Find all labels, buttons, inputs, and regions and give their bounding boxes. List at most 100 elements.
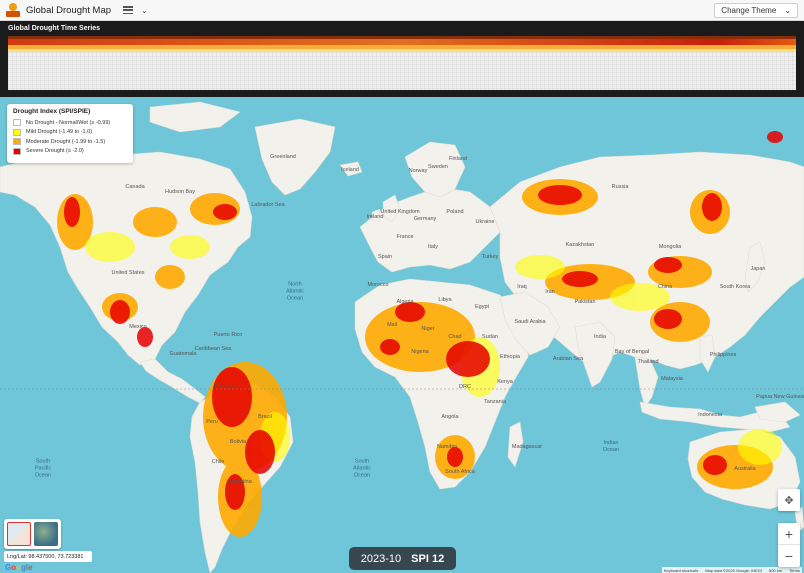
zoom-out-button[interactable]: −: [778, 545, 800, 567]
menu-chevron-down-icon[interactable]: ⌄: [141, 6, 148, 15]
place-label: Morocco: [367, 282, 389, 288]
place-label: Finland: [448, 156, 468, 162]
place-label: Russia: [611, 184, 629, 190]
place-label: Malaysia: [661, 376, 683, 382]
time-series-title: Global Drought Time Series: [8, 25, 101, 32]
place-label: Germany: [413, 216, 437, 222]
place-label: Mexico: [129, 324, 147, 330]
current-date: 2023-10: [360, 552, 402, 565]
place-label: Namibia: [436, 444, 458, 450]
place-label: Ukraine: [475, 219, 495, 225]
legend-label: Moderate Drought (-1.99 to -1.5): [26, 138, 106, 145]
pan-control-button[interactable]: ✥: [778, 489, 800, 511]
place-label: Nigeria: [411, 349, 429, 355]
place-label: France: [396, 234, 414, 240]
place-label: Ireland: [366, 214, 384, 220]
place-label: Saudi Arabia: [514, 319, 546, 325]
place-label: Pakistan: [574, 299, 596, 305]
date-index-badge[interactable]: 2023-10 SPI 12: [349, 547, 456, 570]
top-bar: Global Drought Map ⌄ Change Theme ⌄: [0, 0, 804, 21]
place-label: Canada: [125, 184, 145, 190]
legend-label: Mild Drought (-1.49 to -1.0): [26, 129, 93, 136]
legend-swatch: [13, 128, 21, 136]
time-series-panel[interactable]: Global Drought Time Series 1980: [0, 21, 804, 111]
place-label: Bolivia: [229, 439, 247, 445]
satellite-basemap-thumbnail[interactable]: [34, 522, 58, 546]
place-label: Libya: [438, 297, 452, 303]
map-data-attribution: Map data ©2025 Google, INEGI: [705, 567, 762, 573]
place-label: Madagascar: [511, 444, 543, 450]
place-label: Chad: [448, 334, 462, 340]
place-label: Puerto Rico: [213, 332, 243, 338]
place-label: Greenland: [270, 154, 296, 160]
place-label: Argentina: [228, 479, 252, 485]
place-label: Niger: [421, 326, 435, 332]
app-title: Global Drought Map: [26, 4, 112, 16]
change-theme-label: Change Theme: [721, 6, 777, 15]
place-label: Algeria: [396, 299, 414, 305]
legend-item-moderate: Moderate Drought (-1.99 to -1.5): [13, 137, 127, 147]
place-label: Turkey: [481, 254, 499, 260]
place-label: Mongolia: [658, 244, 682, 250]
legend-item-no-drought: No Drought - Normal/Wet (≥ -0.99): [13, 118, 127, 128]
drought-map[interactable]: North Atlantic Ocean South Pacific Ocean…: [0, 97, 804, 573]
place-label: China: [657, 284, 673, 290]
zoom-in-button[interactable]: +: [778, 523, 800, 545]
place-label: Brazil: [258, 414, 272, 420]
place-label: Spain: [377, 254, 393, 260]
keyboard-shortcuts-link[interactable]: Keyboard shortcuts: [664, 568, 698, 573]
map-canvas[interactable]: [0, 97, 804, 573]
place-label: Italy: [427, 244, 439, 250]
map-attribution: Keyboard shortcuts Map data ©2025 Google…: [661, 567, 802, 573]
place-label: Japan: [750, 266, 766, 272]
ocean-label: Indian Ocean: [602, 440, 620, 453]
pan-arrows-icon: ✥: [784, 494, 794, 507]
place-label: Caribbean Sea: [194, 346, 232, 352]
place-label: Ethiopia: [500, 354, 520, 360]
place-label: Poland: [446, 209, 464, 215]
legend-swatch: [13, 147, 21, 155]
place-label: Colombia: [213, 384, 237, 390]
place-label: United Kingdom: [380, 209, 420, 215]
place-label: Kenya: [497, 379, 513, 385]
place-label: Indonesia: [698, 412, 722, 418]
ocean-label: South Atlantic Ocean: [352, 458, 372, 479]
hamburger-menu-icon[interactable]: [123, 6, 134, 14]
current-index: SPI 12: [411, 552, 445, 565]
basemap-switcher[interactable]: [4, 519, 61, 549]
place-label: Arabian Sea: [552, 356, 584, 362]
drought-logo-icon: [6, 3, 20, 17]
place-label: Tanzania: [483, 399, 507, 405]
place-label: Sweden: [428, 164, 448, 170]
legend-title: Drought Index (SPI/SPIE): [13, 108, 91, 115]
legend-label: Severe Drought (≤ -2.0): [26, 148, 84, 155]
place-label: Mali: [386, 322, 398, 328]
theme-chevron-down-icon: ⌄: [784, 6, 791, 15]
place-label: South Korea: [719, 284, 751, 290]
google-logo: Google: [5, 563, 33, 572]
place-label: Hudson Bay: [165, 189, 195, 195]
place-label: Iceland: [341, 167, 359, 173]
legend-item-mild: Mild Drought (-1.49 to -1.0): [13, 128, 127, 138]
ocean-label: South Pacific Ocean: [34, 458, 52, 479]
zoom-control[interactable]: + −: [778, 523, 800, 567]
cursor-coordinates: Lng/Lat: 98.437500, 73.723381: [4, 551, 92, 562]
change-theme-button[interactable]: Change Theme ⌄: [714, 3, 798, 18]
place-label: Sudan: [482, 334, 498, 340]
legend-swatch: [13, 138, 21, 146]
place-label: Iraq: [517, 284, 527, 290]
place-label: Angola: [441, 414, 459, 420]
place-label: Bay of Bengal: [614, 349, 650, 355]
place-label: Egypt: [474, 304, 490, 310]
legend-label: No Drought - Normal/Wet (≥ -0.99): [26, 119, 111, 126]
scale-bar[interactable]: 500 km: [769, 568, 782, 573]
time-series-heatmap[interactable]: [8, 36, 796, 90]
place-label: India: [594, 334, 606, 340]
place-label: Papua New Guinea: [756, 394, 804, 400]
map-basemap-thumbnail[interactable]: [7, 522, 31, 546]
drought-legend: Drought Index (SPI/SPIE) No Drought - No…: [7, 104, 133, 163]
place-label: Iran: [545, 289, 555, 295]
place-label: Norway: [408, 168, 428, 174]
terms-link[interactable]: Terms: [789, 568, 800, 573]
legend-item-severe: Severe Drought (≤ -2.0): [13, 147, 127, 157]
